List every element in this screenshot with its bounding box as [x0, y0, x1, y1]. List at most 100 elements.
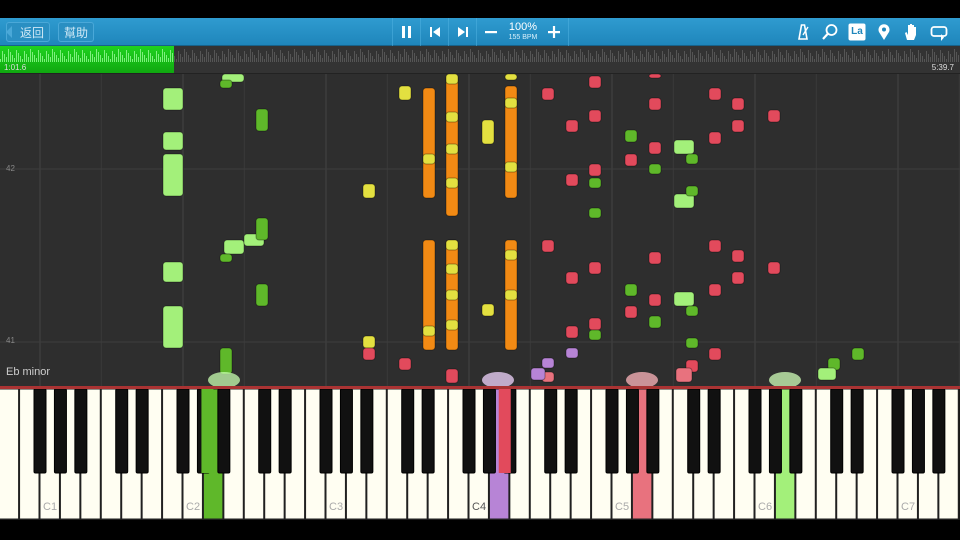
metronome-button[interactable]	[793, 22, 813, 42]
waveform-bar	[56, 55, 57, 62]
note-bar	[504, 74, 518, 81]
speed-down-button[interactable]	[480, 22, 502, 42]
waveform-bar	[486, 51, 487, 62]
waveform-bar	[286, 59, 287, 62]
piano-roll[interactable]: 42 41	[0, 74, 960, 388]
waveform-bar	[172, 53, 173, 62]
black-key	[421, 388, 435, 474]
piano-keyboard[interactable]: C1 C2 C3 C4 C5 C6 C7	[0, 388, 960, 520]
waveform-bar	[246, 54, 247, 62]
help-button[interactable]: 幫助	[58, 22, 94, 42]
waveform-bar	[218, 56, 219, 62]
waveform-bar	[234, 58, 235, 62]
skip-back-button[interactable]	[424, 22, 446, 42]
waveform-bar	[366, 58, 367, 62]
waveform-bar	[862, 54, 863, 62]
waveform-bar	[866, 49, 867, 62]
waveform-bar	[654, 50, 655, 62]
note-bar	[255, 108, 269, 132]
note-bar	[541, 87, 555, 101]
waveform-bar	[52, 49, 53, 62]
waveform-bar	[328, 56, 329, 62]
back-button[interactable]: 返回	[6, 22, 50, 42]
waveform-bar	[500, 50, 501, 62]
waveform-bar	[416, 56, 417, 62]
waveform-bar	[550, 59, 551, 62]
note-bar	[624, 305, 638, 319]
speed-up-button[interactable]	[543, 22, 565, 42]
waveform-bar	[898, 53, 899, 62]
waveform-bar	[514, 49, 515, 62]
letterbox-top	[0, 0, 960, 18]
waveform-bar	[954, 49, 955, 62]
waveform-bar	[630, 58, 631, 62]
waveform-bar	[524, 53, 525, 62]
waveform-bar	[394, 56, 395, 62]
waveform-bar	[194, 53, 195, 62]
waveform-bar	[168, 58, 169, 62]
search-button[interactable]	[820, 22, 840, 42]
waveform-bar	[940, 50, 941, 62]
waveform-bar	[424, 57, 425, 62]
waveform-bar	[212, 58, 213, 62]
waveform-bar	[442, 51, 443, 62]
note-bar	[255, 283, 269, 307]
waveform-bar	[232, 55, 233, 62]
waveform-bar	[766, 53, 767, 62]
note-bar	[588, 109, 602, 123]
waveform-bar	[272, 49, 273, 62]
waveform-bar	[704, 59, 705, 62]
note-label-button[interactable]: La	[847, 22, 867, 42]
waveform-bar	[26, 54, 27, 62]
note-bar	[481, 119, 495, 145]
note-bar	[588, 163, 602, 177]
skip-forward-button[interactable]	[452, 22, 474, 42]
loop-button[interactable]	[929, 22, 949, 42]
hand-button[interactable]	[901, 22, 921, 42]
note-bar	[588, 329, 602, 341]
waveform-bar	[144, 55, 145, 62]
waveform-bar	[736, 52, 737, 62]
waveform-bar	[596, 51, 597, 62]
waveform-bar	[256, 58, 257, 62]
waveform-bar	[928, 54, 929, 62]
toolbar-separator	[448, 18, 449, 46]
waveform-bar	[86, 56, 87, 62]
waveform-bar	[582, 52, 583, 62]
waveform-bar	[664, 54, 665, 62]
waveform-bar	[180, 54, 181, 62]
black-key	[544, 388, 558, 474]
waveform-bar	[774, 54, 775, 62]
waveform-bar	[656, 53, 657, 62]
note-bar	[731, 271, 745, 285]
waveform-bar	[80, 58, 81, 62]
waveform-bar	[344, 58, 345, 62]
waveform-bar	[354, 51, 355, 62]
waveform-bar	[884, 54, 885, 62]
waveform-bar	[456, 50, 457, 62]
waveform-bar	[672, 55, 673, 62]
waveform-bar	[858, 59, 859, 62]
note-bar	[445, 143, 459, 155]
waveform-bar	[422, 54, 423, 62]
pause-button[interactable]	[396, 22, 418, 42]
waveform-bar	[182, 57, 183, 62]
waveform-bar	[278, 58, 279, 62]
note-bar	[162, 87, 184, 111]
note-bar	[648, 315, 662, 329]
note-bar	[731, 119, 745, 133]
black-key	[217, 388, 231, 474]
waveform-bar	[446, 57, 447, 62]
marker-button[interactable]	[874, 22, 894, 42]
waveform-bar	[570, 56, 571, 62]
progress-bar[interactable]: 1:01.6 5:39.7	[0, 46, 960, 74]
toolbar: 返回 幫助 100% 155 BPM La	[0, 18, 960, 46]
note-bar	[767, 261, 781, 275]
waveform-bar	[512, 57, 513, 62]
waveform-bar	[408, 55, 409, 62]
note-bar	[565, 325, 579, 339]
waveform-bar	[476, 58, 477, 62]
waveform-bar	[796, 54, 797, 62]
note-bar	[685, 185, 699, 197]
waveform-bar	[850, 58, 851, 62]
